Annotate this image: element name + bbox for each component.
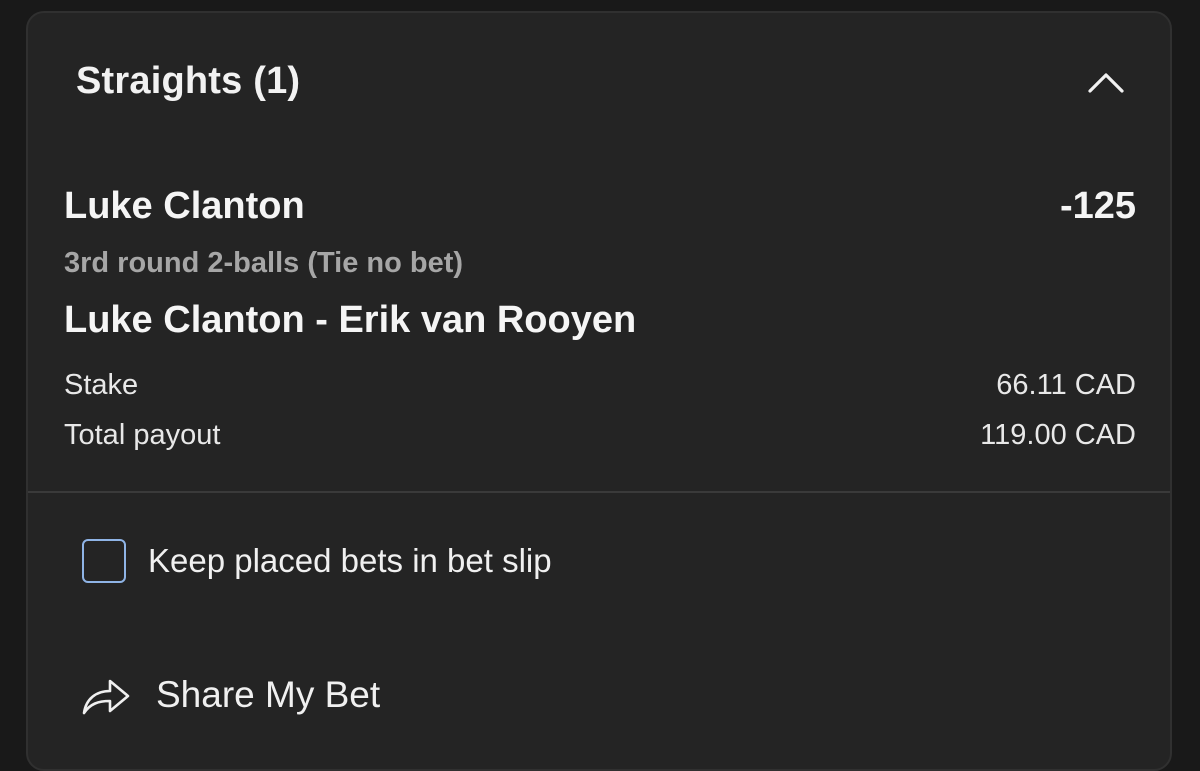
share-arrow-icon — [80, 673, 132, 717]
market-name: 3rd round 2-balls (Tie no bet) — [64, 247, 464, 279]
keep-bets-label: Keep placed bets in bet slip — [148, 542, 552, 579]
event-name: Luke Clanton - Erik van Rooyen — [64, 299, 637, 341]
share-bet-button[interactable]: Share My Bet — [80, 667, 380, 723]
selection-name: Luke Clanton — [64, 185, 305, 227]
bet-slip-panel: Straights (1) Luke Clanton -125 3rd roun… — [26, 11, 1172, 771]
share-bet-label: Share My Bet — [156, 674, 381, 715]
collapse-button[interactable] — [1080, 59, 1132, 103]
keep-bets-option[interactable]: Keep placed bets in bet slip — [82, 537, 552, 585]
divider — [28, 491, 1170, 493]
total-payout-value: 119.00 CAD — [980, 419, 1136, 451]
stake-value: 66.11 CAD — [996, 369, 1136, 401]
straights-section-header[interactable]: Straights (1) — [28, 13, 1170, 153]
odds-value: -125 — [1059, 185, 1136, 227]
total-payout-label: Total payout — [64, 419, 221, 451]
section-title: Straights (1) — [76, 60, 301, 102]
stake-label: Stake — [64, 369, 139, 401]
keep-bets-checkbox[interactable] — [82, 539, 126, 583]
chevron-up-icon — [1080, 59, 1132, 103]
